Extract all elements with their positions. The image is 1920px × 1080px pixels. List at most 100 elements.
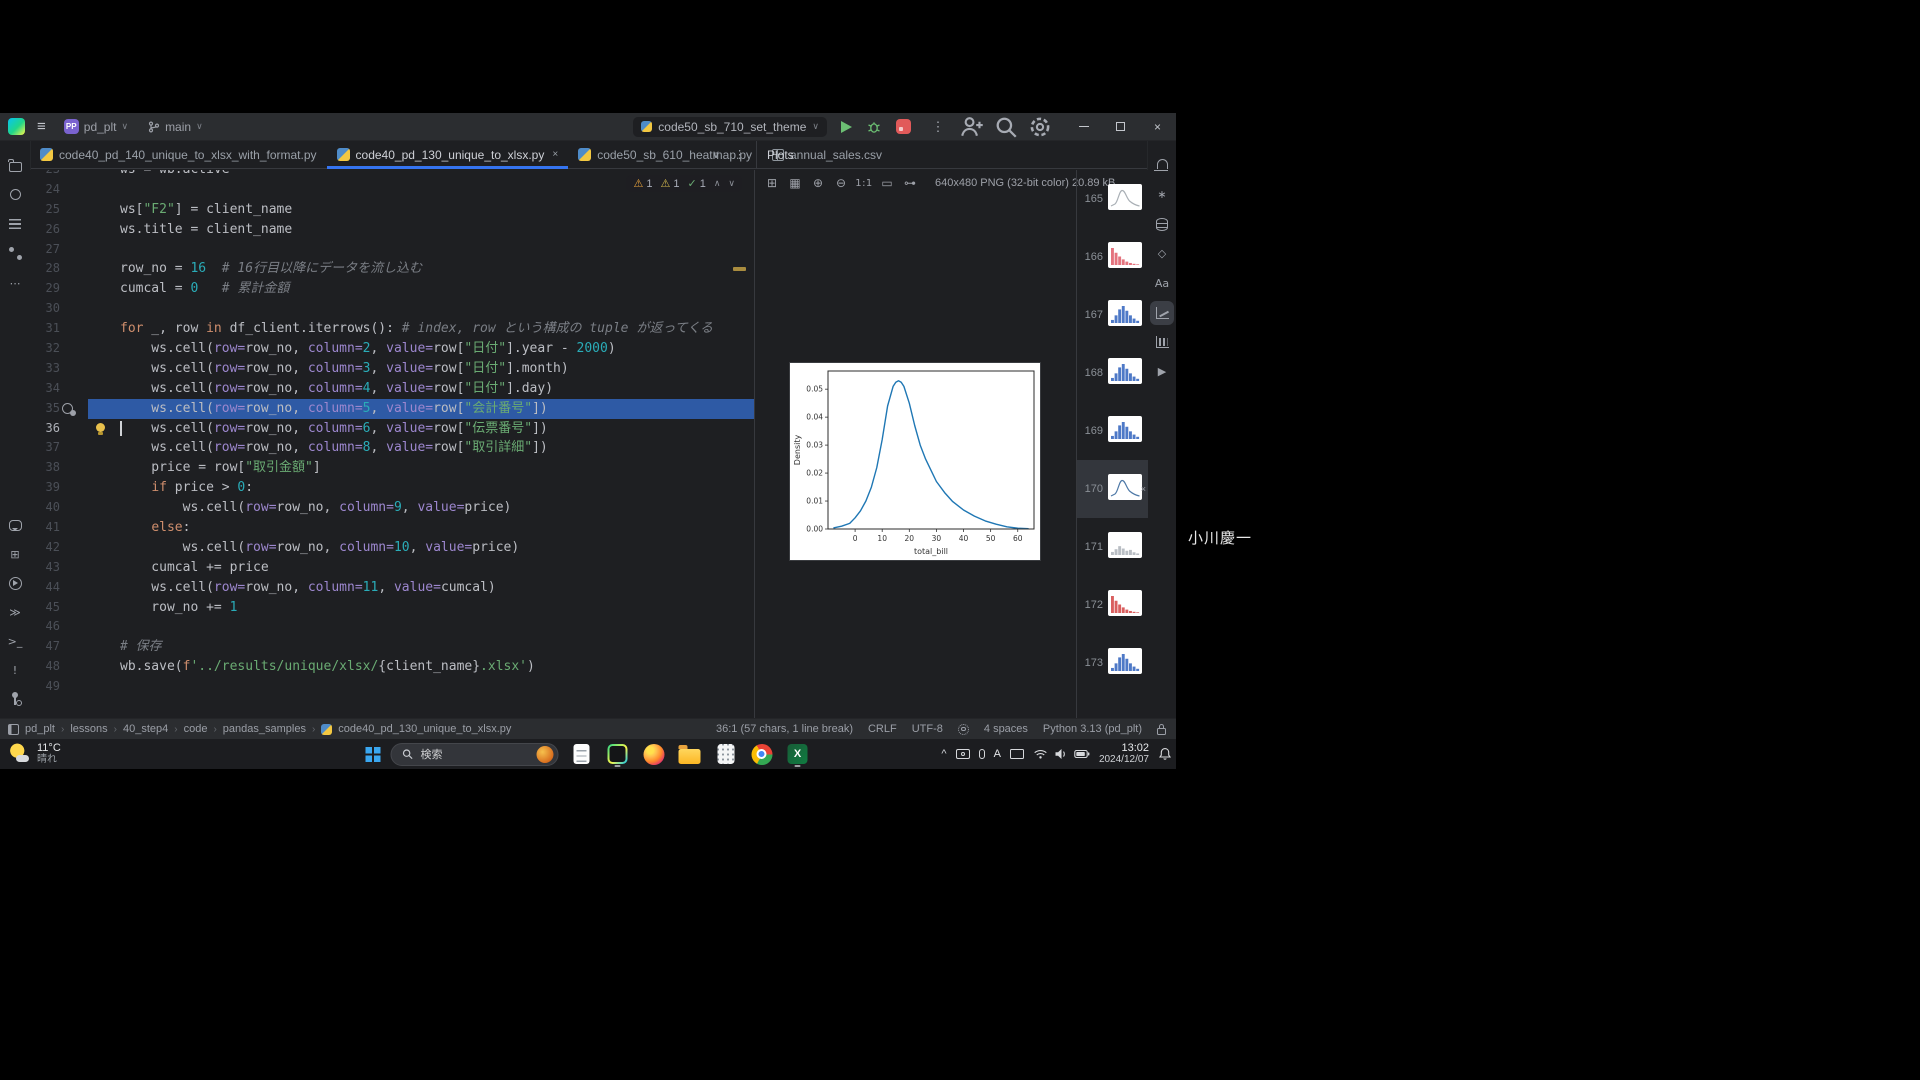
zoom-in-icon[interactable]: ⊕ bbox=[808, 173, 828, 193]
encoding-widget[interactable]: UTF-8 bbox=[912, 723, 943, 735]
stop-button[interactable] bbox=[896, 119, 911, 134]
debug-button[interactable] bbox=[866, 119, 882, 135]
code-line-42[interactable]: 42 ws.cell(row=row_no, column=10, value=… bbox=[30, 538, 754, 558]
structure-icon[interactable] bbox=[3, 212, 27, 236]
code-line-27[interactable]: 27 bbox=[30, 240, 754, 260]
code-line-29[interactable]: 29cumcal = 0 # 累計金額 bbox=[30, 279, 754, 299]
code-with-me-icon[interactable] bbox=[959, 114, 985, 140]
display-cast-icon[interactable] bbox=[1010, 749, 1024, 759]
code-line-38[interactable]: 38 price = row["取引金額"] bbox=[30, 458, 754, 478]
commit-icon[interactable] bbox=[3, 183, 27, 207]
plot-thumbnail-171[interactable]: 171 bbox=[1077, 518, 1148, 576]
code-line-26[interactable]: 26ws.title = client_name bbox=[30, 220, 754, 240]
fit-icon[interactable]: ▭ bbox=[877, 173, 897, 193]
branch-widget[interactable]: main ∨ bbox=[142, 118, 209, 136]
taskbar-app-chrome[interactable] bbox=[749, 741, 775, 767]
python-console-icon[interactable]: ≫ bbox=[3, 600, 27, 624]
code-line-31[interactable]: 31for _, row in df_client.iterrows(): # … bbox=[30, 319, 754, 339]
ai-chat-icon[interactable] bbox=[3, 513, 27, 537]
zoom-actual-icon[interactable]: 1:1 bbox=[854, 173, 874, 193]
project-icon[interactable] bbox=[3, 153, 27, 177]
breadcrumb-item[interactable]: pandas_samples bbox=[223, 723, 306, 735]
run-configuration-widget[interactable]: code50_sb_710_set_theme ∨ bbox=[633, 117, 827, 137]
quick-settings[interactable] bbox=[1033, 748, 1090, 760]
taskbar-app-calculator[interactable] bbox=[713, 741, 739, 767]
scrollbar-warning-stripe[interactable] bbox=[733, 267, 746, 271]
search-highlight-image[interactable] bbox=[537, 746, 554, 763]
breadcrumb-item[interactable]: pd_plt bbox=[25, 723, 55, 735]
problems-icon[interactable]: ! bbox=[3, 658, 27, 682]
warnings-badge[interactable]: ⚠ 1 bbox=[633, 177, 652, 190]
code-line-48[interactable]: 48wb.save(f'../results/unique/xlsx/{clie… bbox=[30, 657, 754, 677]
code-line-32[interactable]: 32 ws.cell(row=row_no, column=2, value=r… bbox=[30, 339, 754, 359]
taskbar-app-pycharm[interactable] bbox=[605, 741, 631, 767]
status-gear-icon[interactable] bbox=[958, 724, 969, 735]
taskbar-app-notepad[interactable] bbox=[569, 741, 595, 767]
sciview-icon[interactable] bbox=[1150, 330, 1174, 354]
git-icon[interactable] bbox=[3, 687, 27, 711]
plot-thumbnail-173[interactable]: 173 bbox=[1077, 634, 1148, 692]
code-line-39[interactable]: 39 if price > 0: bbox=[30, 478, 754, 498]
microphone-icon[interactable] bbox=[979, 749, 985, 759]
readonly-lock-icon[interactable] bbox=[1157, 728, 1166, 735]
more-icon[interactable]: ⋯ bbox=[3, 271, 27, 295]
database-icon[interactable] bbox=[1150, 212, 1174, 236]
start-button[interactable] bbox=[366, 747, 381, 762]
interpreter-widget[interactable]: Python 3.13 (pd_plt) bbox=[1043, 723, 1142, 735]
code-line-30[interactable]: 30 bbox=[30, 299, 754, 319]
more-actions-button[interactable]: ⋮ bbox=[925, 114, 951, 140]
notifications-icon[interactable] bbox=[1150, 153, 1174, 177]
code-line-45[interactable]: 45 row_no += 1 bbox=[30, 598, 754, 618]
code-line-40[interactable]: 40 ws.cell(row=row_no, column=9, value=p… bbox=[30, 498, 754, 518]
taskbar-clock[interactable]: 13:02 2024/12/07 bbox=[1099, 742, 1149, 766]
plot-thumbnail-168[interactable]: 168 bbox=[1077, 344, 1148, 402]
breadcrumb-item[interactable]: code bbox=[184, 723, 208, 735]
main-menu-button[interactable]: ≡ bbox=[33, 118, 50, 135]
maximize-button[interactable] bbox=[1102, 113, 1139, 140]
zoom-out-icon[interactable]: ⊖ bbox=[831, 173, 851, 193]
breadcrumb-item[interactable]: lessons bbox=[70, 723, 107, 735]
tab-options-kebab-icon[interactable]: ⋮ bbox=[734, 148, 745, 161]
code-line-34[interactable]: 34 ws.cell(row=row_no, column=4, value=r… bbox=[30, 379, 754, 399]
weak-warnings-badge[interactable]: ⚠ 1 bbox=[660, 177, 679, 190]
close-button[interactable]: × bbox=[1139, 113, 1176, 140]
taskbar-app-excel[interactable] bbox=[785, 741, 811, 767]
run-icon[interactable]: ▶ bbox=[1150, 360, 1174, 384]
move-icon[interactable]: ⊞ bbox=[762, 173, 782, 193]
plots-icon[interactable] bbox=[1150, 301, 1174, 325]
plot-thumbnail-170[interactable]: 170× bbox=[1077, 460, 1148, 518]
search-everywhere-icon[interactable] bbox=[993, 114, 1019, 140]
code-line-49[interactable]: 49 bbox=[30, 677, 754, 697]
taskbar-app-firefox[interactable] bbox=[641, 741, 667, 767]
ai-assistant-icon[interactable]: ∗ bbox=[1150, 183, 1174, 207]
ai-gutter-icon[interactable] bbox=[62, 403, 73, 414]
weather-widget[interactable]: 11°C 晴れ bbox=[8, 742, 61, 766]
link-icon[interactable]: ⊶ bbox=[900, 173, 920, 193]
code-line-43[interactable]: 43 cumcal += price bbox=[30, 558, 754, 578]
code-line-37[interactable]: 37 ws.cell(row=row_no, column=8, value=r… bbox=[30, 438, 754, 458]
plot-thumbnail-165[interactable]: 165 bbox=[1077, 170, 1148, 228]
editor-tab[interactable]: code40_pd_140_unique_to_xlsx_with_format… bbox=[30, 141, 327, 168]
code-line-41[interactable]: 41 else: bbox=[30, 518, 754, 538]
code-line-36[interactable]: 36 ws.cell(row=row_no, column=6, value=r… bbox=[30, 419, 754, 439]
project-widget[interactable]: PP pd_plt ∨ bbox=[58, 117, 134, 136]
taskbar-app-explorer[interactable] bbox=[677, 741, 703, 767]
plot-image[interactable]: 01020304050600.000.010.020.030.040.05tot… bbox=[790, 363, 1040, 560]
grid-icon[interactable]: ▦ bbox=[785, 173, 805, 193]
intention-bulb-icon[interactable] bbox=[96, 423, 105, 432]
services-icon[interactable] bbox=[3, 571, 27, 595]
code-line-47[interactable]: 47# 保存 bbox=[30, 637, 754, 657]
endpoints-icon[interactable]: ◇ bbox=[1150, 242, 1174, 266]
code-line-28[interactable]: 28row_no = 16 # 16行目以降にデータを流し込む bbox=[30, 259, 754, 279]
line-ending-widget[interactable]: CRLF bbox=[868, 723, 897, 735]
tab-overflow-chevron-icon[interactable]: ∨ bbox=[712, 148, 720, 161]
inspections-widget[interactable]: ⚠ 1 ⚠ 1 ✓ 1 ∧ ∨ bbox=[626, 175, 742, 192]
tab-close-icon[interactable]: × bbox=[552, 149, 558, 160]
next-problem-button[interactable]: ∨ bbox=[728, 178, 735, 189]
breadcrumb-item[interactable]: 40_step4 bbox=[123, 723, 168, 735]
terminal-icon[interactable]: >_ bbox=[3, 629, 27, 653]
caret-position-widget[interactable]: 36:1 (57 chars, 1 line break) bbox=[716, 723, 853, 735]
ok-badge[interactable]: ✓ 1 bbox=[687, 177, 705, 190]
settings-gear-icon[interactable] bbox=[1027, 114, 1053, 140]
plot-thumbnail-166[interactable]: 166 bbox=[1077, 228, 1148, 286]
